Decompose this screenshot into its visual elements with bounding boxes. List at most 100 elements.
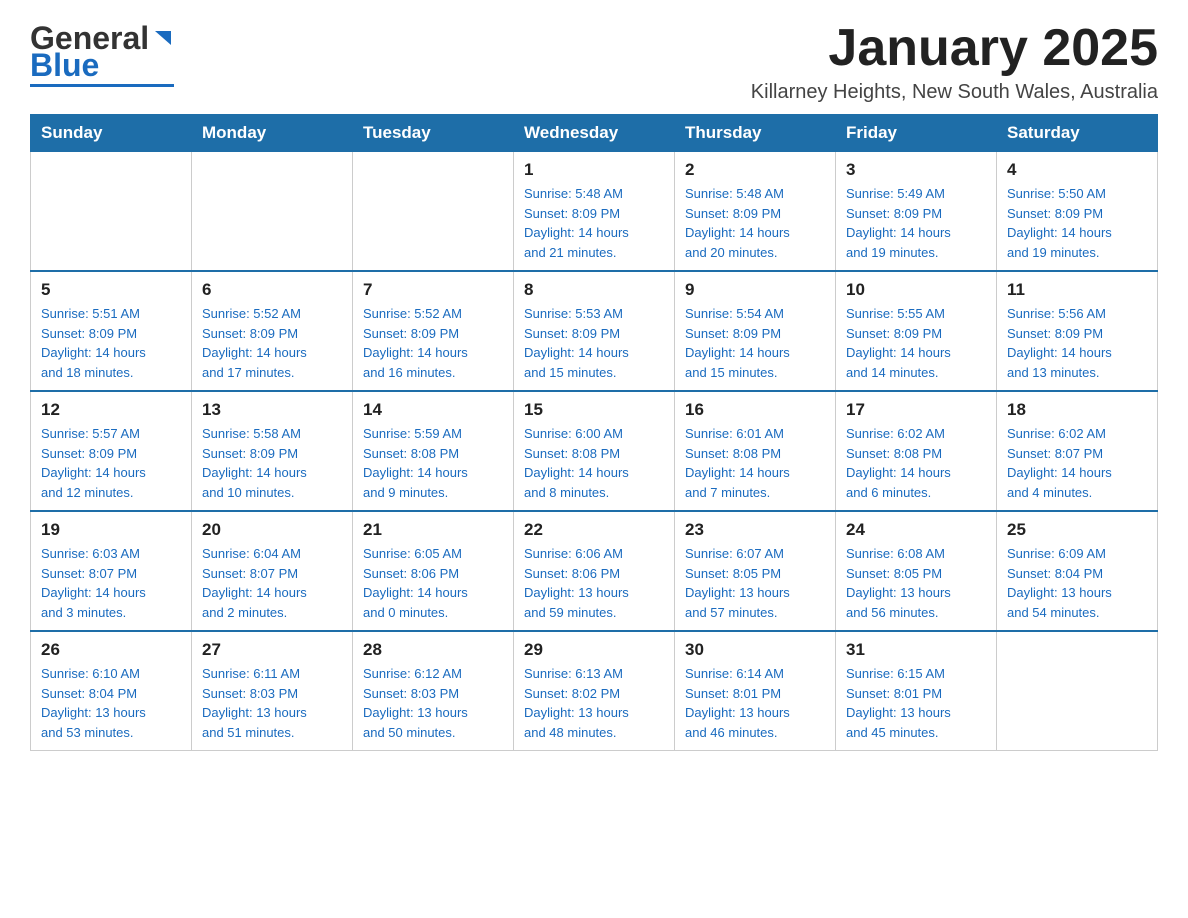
table-row: 10 Sunrise: 5:55 AMSunset: 8:09 PMDayligh… (836, 271, 997, 391)
day-info: Sunrise: 6:14 AMSunset: 8:01 PMDaylight:… (685, 664, 825, 742)
table-row: 25 Sunrise: 6:09 AMSunset: 8:04 PMDayligh… (997, 511, 1158, 631)
table-row: 14 Sunrise: 5:59 AMSunset: 8:08 PMDayligh… (353, 391, 514, 511)
day-number: 8 (524, 280, 664, 300)
day-number: 16 (685, 400, 825, 420)
day-info: Sunrise: 5:54 AMSunset: 8:09 PMDaylight:… (685, 304, 825, 382)
day-info: Sunrise: 5:56 AMSunset: 8:09 PMDaylight:… (1007, 304, 1147, 382)
day-number: 23 (685, 520, 825, 540)
table-row: 12 Sunrise: 5:57 AMSunset: 8:09 PMDayligh… (31, 391, 192, 511)
day-info: Sunrise: 6:03 AMSunset: 8:07 PMDaylight:… (41, 544, 181, 622)
day-info: Sunrise: 5:48 AMSunset: 8:09 PMDaylight:… (524, 184, 664, 262)
day-number: 14 (363, 400, 503, 420)
day-number: 28 (363, 640, 503, 660)
day-info: Sunrise: 6:10 AMSunset: 8:04 PMDaylight:… (41, 664, 181, 742)
day-info: Sunrise: 5:50 AMSunset: 8:09 PMDaylight:… (1007, 184, 1147, 262)
col-tuesday: Tuesday (353, 115, 514, 152)
table-row: 30Sunrise: 6:14 AMSunset: 8:01 PMDayligh… (675, 631, 836, 751)
day-number: 24 (846, 520, 986, 540)
day-info: Sunrise: 5:48 AMSunset: 8:09 PMDaylight:… (685, 184, 825, 262)
day-info: Sunrise: 6:15 AMSunset: 8:01 PMDaylight:… (846, 664, 986, 742)
day-number: 15 (524, 400, 664, 420)
day-info: Sunrise: 6:12 AMSunset: 8:03 PMDaylight:… (363, 664, 503, 742)
table-row: 22 Sunrise: 6:06 AMSunset: 8:06 PMDayligh… (514, 511, 675, 631)
logo: General Blue (30, 20, 174, 87)
table-row: 15 Sunrise: 6:00 AMSunset: 8:08 PMDayligh… (514, 391, 675, 511)
day-info: Sunrise: 6:02 AMSunset: 8:08 PMDaylight:… (846, 424, 986, 502)
table-row: 27Sunrise: 6:11 AMSunset: 8:03 PMDayligh… (192, 631, 353, 751)
day-info: Sunrise: 5:53 AMSunset: 8:09 PMDaylight:… (524, 304, 664, 382)
month-year: January 2025 (751, 20, 1158, 77)
table-row: 6Sunrise: 5:52 AMSunset: 8:09 PMDaylight… (192, 271, 353, 391)
day-info: Sunrise: 5:57 AMSunset: 8:09 PMDaylight:… (41, 424, 181, 502)
day-number: 6 (202, 280, 342, 300)
logo-triangle-icon (152, 27, 174, 49)
col-wednesday: Wednesday (514, 115, 675, 152)
day-info: Sunrise: 6:04 AMSunset: 8:07 PMDaylight:… (202, 544, 342, 622)
logo-underline (30, 84, 174, 87)
location: Killarney Heights, New South Wales, Aust… (751, 81, 1158, 104)
day-info: Sunrise: 5:55 AMSunset: 8:09 PMDaylight:… (846, 304, 986, 382)
day-info: Sunrise: 5:52 AMSunset: 8:09 PMDaylight:… (363, 304, 503, 382)
table-row: 1 Sunrise: 5:48 AMSunset: 8:09 PMDaylight… (514, 152, 675, 272)
day-number: 5 (41, 280, 181, 300)
day-info: Sunrise: 6:08 AMSunset: 8:05 PMDaylight:… (846, 544, 986, 622)
day-number: 31 (846, 640, 986, 660)
day-info: Sunrise: 6:13 AMSunset: 8:02 PMDaylight:… (524, 664, 664, 742)
day-number: 10 (846, 280, 986, 300)
table-row: 20Sunrise: 6:04 AMSunset: 8:07 PMDayligh… (192, 511, 353, 631)
day-info: Sunrise: 6:07 AMSunset: 8:05 PMDaylight:… (685, 544, 825, 622)
day-number: 27 (202, 640, 342, 660)
table-row: 7 Sunrise: 5:52 AMSunset: 8:09 PMDaylight… (353, 271, 514, 391)
table-row: 21 Sunrise: 6:05 AMSunset: 8:06 PMDayligh… (353, 511, 514, 631)
day-number: 4 (1007, 160, 1147, 180)
table-row: 23 Sunrise: 6:07 AMSunset: 8:05 PMDayligh… (675, 511, 836, 631)
table-row: 16 Sunrise: 6:01 AMSunset: 8:08 PMDayligh… (675, 391, 836, 511)
table-row: 31 Sunrise: 6:15 AMSunset: 8:01 PMDayligh… (836, 631, 997, 751)
table-row: 9Sunrise: 5:54 AMSunset: 8:09 PMDaylight… (675, 271, 836, 391)
title-area: January 2025 Killarney Heights, New Sout… (751, 20, 1158, 104)
day-info: Sunrise: 6:02 AMSunset: 8:07 PMDaylight:… (1007, 424, 1147, 502)
table-row: 18 Sunrise: 6:02 AMSunset: 8:07 PMDayligh… (997, 391, 1158, 511)
day-number: 17 (846, 400, 986, 420)
day-info: Sunrise: 5:58 AMSunset: 8:09 PMDaylight:… (202, 424, 342, 502)
day-number: 18 (1007, 400, 1147, 420)
table-row: 13Sunrise: 5:58 AMSunset: 8:09 PMDayligh… (192, 391, 353, 511)
day-number: 25 (1007, 520, 1147, 540)
col-saturday: Saturday (997, 115, 1158, 152)
day-number: 26 (41, 640, 181, 660)
table-row: 28 Sunrise: 6:12 AMSunset: 8:03 PMDayligh… (353, 631, 514, 751)
table-row: 2 Sunrise: 5:48 AMSunset: 8:09 PMDaylight… (675, 152, 836, 272)
calendar-header-row: Sunday Monday Tuesday Wednesday Thursday… (31, 115, 1158, 152)
table-row: 5 Sunrise: 5:51 AMSunset: 8:09 PMDaylight… (31, 271, 192, 391)
day-number: 11 (1007, 280, 1147, 300)
calendar: Sunday Monday Tuesday Wednesday Thursday… (30, 114, 1158, 751)
col-sunday: Sunday (31, 115, 192, 152)
day-info: Sunrise: 6:09 AMSunset: 8:04 PMDaylight:… (1007, 544, 1147, 622)
day-number: 2 (685, 160, 825, 180)
day-number: 29 (524, 640, 664, 660)
col-friday: Friday (836, 115, 997, 152)
table-row: 29 Sunrise: 6:13 AMSunset: 8:02 PMDayligh… (514, 631, 675, 751)
table-row: 3Sunrise: 5:49 AMSunset: 8:09 PMDaylight… (836, 152, 997, 272)
table-row (192, 152, 353, 272)
day-info: Sunrise: 5:51 AMSunset: 8:09 PMDaylight:… (41, 304, 181, 382)
day-number: 7 (363, 280, 503, 300)
day-info: Sunrise: 6:06 AMSunset: 8:06 PMDaylight:… (524, 544, 664, 622)
col-thursday: Thursday (675, 115, 836, 152)
table-row: 4 Sunrise: 5:50 AMSunset: 8:09 PMDaylight… (997, 152, 1158, 272)
table-row: 19 Sunrise: 6:03 AMSunset: 8:07 PMDayligh… (31, 511, 192, 631)
day-number: 21 (363, 520, 503, 540)
day-number: 12 (41, 400, 181, 420)
day-info: Sunrise: 5:49 AMSunset: 8:09 PMDaylight:… (846, 184, 986, 262)
day-number: 22 (524, 520, 664, 540)
table-row (997, 631, 1158, 751)
day-number: 19 (41, 520, 181, 540)
header: General Blue January 2025 Killarney Heig… (30, 20, 1158, 104)
day-info: Sunrise: 6:00 AMSunset: 8:08 PMDaylight:… (524, 424, 664, 502)
day-info: Sunrise: 6:05 AMSunset: 8:06 PMDaylight:… (363, 544, 503, 622)
day-info: Sunrise: 5:59 AMSunset: 8:08 PMDaylight:… (363, 424, 503, 502)
table-row (353, 152, 514, 272)
table-row: 8 Sunrise: 5:53 AMSunset: 8:09 PMDaylight… (514, 271, 675, 391)
day-number: 1 (524, 160, 664, 180)
day-info: Sunrise: 6:01 AMSunset: 8:08 PMDaylight:… (685, 424, 825, 502)
